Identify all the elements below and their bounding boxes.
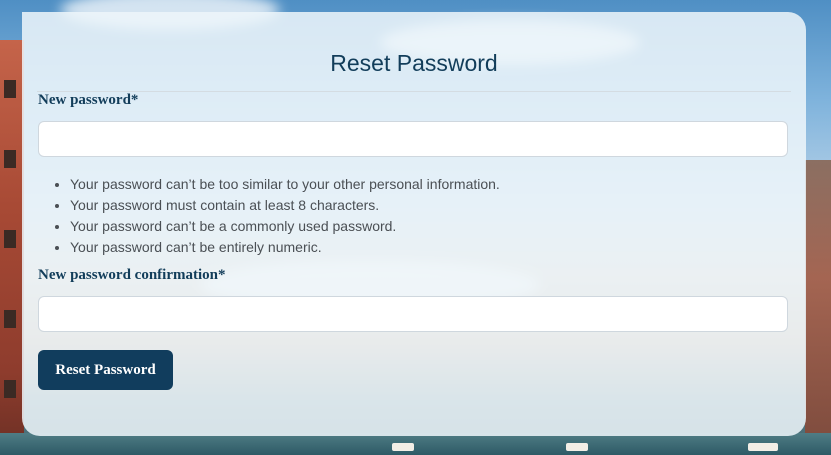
title-divider [37,91,791,92]
new-password-input[interactable] [38,121,788,157]
confirm-password-input[interactable] [38,296,788,332]
new-password-label: New password* [38,92,139,108]
list-item: Your password must contain at least 8 ch… [70,195,500,216]
reset-password-button[interactable]: Reset Password [38,350,173,390]
building-shape [805,160,831,455]
list-item: Your password can’t be too similar to yo… [70,174,500,195]
canal-water [0,433,831,455]
list-item: Your password can’t be entirely numeric. [70,237,500,258]
page-title: Reset Password [330,50,498,76]
password-requirements-list: Your password can’t be too similar to yo… [38,174,500,258]
list-item: Your password can’t be a commonly used p… [70,216,500,237]
reset-password-card: Reset Password New password* Your passwo… [22,12,806,436]
building-shape [0,40,24,455]
confirm-password-label: New password confirmation* [38,267,226,283]
